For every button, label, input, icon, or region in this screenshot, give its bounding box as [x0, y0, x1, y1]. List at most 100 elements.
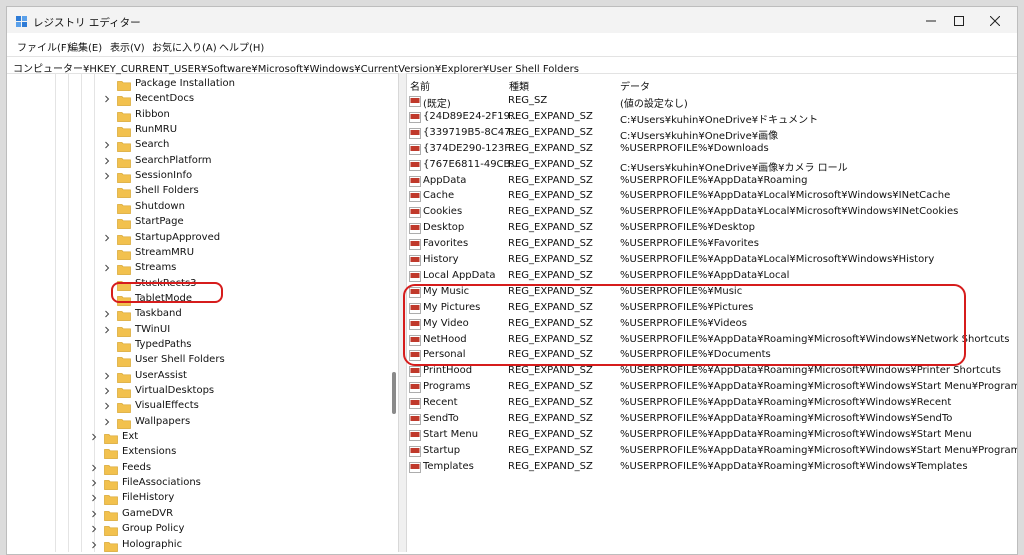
address-bar[interactable]: コンピューター¥HKEY_CURRENT_USER¥Software¥Micro…: [7, 56, 1017, 75]
value-name: {24D89E24-2F19...: [423, 110, 520, 122]
folder-icon: [117, 157, 131, 168]
value-type: REG_EXPAND_SZ: [508, 428, 593, 440]
string-value-icon: [409, 96, 421, 107]
value-type: REG_EXPAND_SZ: [508, 413, 593, 424]
value-name: Startup: [423, 444, 461, 456]
menu-item-3[interactable]: お気に入り(A): [152, 39, 217, 54]
string-value-icon: [409, 111, 421, 123]
chevron-right-icon[interactable]: [90, 479, 98, 487]
value-row[interactable]: {24D89E24-2F19... REG_EXPAND_SZ C:¥Users¥k…: [406, 109, 1017, 126]
value-data: %USERPROFILE%¥AppData¥Roaming¥Microsoft¥…: [620, 460, 968, 472]
column-header-2[interactable]: データ: [620, 78, 650, 93]
folder-icon: [117, 81, 131, 91]
chevron-right-icon[interactable]: [90, 525, 98, 533]
value-row[interactable]: SendTo REG_EXPAND_SZ %USERPROFILE%¥AppData…: [406, 411, 1017, 427]
value-row[interactable]: (既定) REG_SZ (値の設定なし): [406, 93, 1017, 110]
chevron-right-icon[interactable]: [90, 464, 98, 472]
value-row[interactable]: Local AppData REG_EXPAND_SZ %USERPROFILE%¥…: [406, 268, 1017, 284]
chevron-right-icon[interactable]: [103, 157, 111, 165]
chevron-right-icon[interactable]: [103, 264, 111, 272]
value-row[interactable]: Desktop REG_EXPAND_SZ %USERPROFILE%¥Deskto…: [406, 220, 1017, 236]
tree-item-label: Streams: [135, 262, 177, 274]
string-value-icon: [409, 382, 421, 394]
value-data: %USERPROFILE%¥AppData¥Roaming: [620, 174, 808, 186]
chevron-right-icon[interactable]: [90, 494, 98, 502]
string-value-icon: [409, 398, 421, 409]
value-row[interactable]: Programs REG_EXPAND_SZ %USERPROFILE%¥AppDa…: [406, 379, 1017, 395]
chevron-right-icon[interactable]: [103, 402, 111, 410]
value-type: REG_EXPAND_SZ: [508, 269, 593, 281]
string-value-icon: [409, 239, 421, 250]
chevron-right-icon[interactable]: [103, 326, 111, 334]
tree-item-label: VisualEffects: [135, 400, 199, 412]
chevron-right-icon[interactable]: [103, 172, 111, 180]
value-row[interactable]: Cookies REG_EXPAND_SZ %USERPROFILE%¥AppDat…: [406, 204, 1017, 220]
value-name: Templates: [423, 460, 474, 472]
tree-item-label: StartPage: [135, 216, 184, 228]
value-name: Start Menu: [423, 428, 479, 440]
chevron-right-icon[interactable]: [103, 310, 111, 318]
value-name: Recent: [423, 397, 458, 409]
value-row[interactable]: Templates REG_EXPAND_SZ %USERPROFILE%¥AppD…: [406, 459, 1017, 475]
value-type: REG_EXPAND_SZ: [508, 460, 593, 472]
string-value-icon: [409, 255, 421, 266]
chevron-right-icon[interactable]: [103, 372, 111, 380]
menu-item-2[interactable]: 表示(V): [110, 39, 145, 54]
value-row[interactable]: {374DE290-123F... REG_EXPAND_SZ %USERPROFI…: [406, 141, 1017, 157]
chevron-right-icon[interactable]: [90, 541, 98, 549]
value-data: %USERPROFILE%¥AppData¥Local¥Microsoft¥Wi…: [620, 254, 935, 265]
key-tree[interactable]: Package Installation RecentDocs Ribbon RunM…: [13, 73, 393, 552]
string-value-icon: [409, 223, 421, 235]
folder-icon: [117, 188, 131, 199]
menu-item-1[interactable]: 編集(E): [68, 39, 102, 54]
string-value-icon: [409, 191, 421, 203]
value-row[interactable]: AppData REG_EXPAND_SZ %USERPROFILE%¥AppDat…: [406, 173, 1017, 189]
tree-item-label: Shell Folders: [135, 185, 199, 197]
value-data: %USERPROFILE%¥AppData¥Local¥Microsoft¥Wi…: [620, 206, 959, 218]
value-data: %USERPROFILE%¥Favorites: [620, 238, 759, 250]
chevron-right-icon[interactable]: [103, 418, 111, 426]
folder-icon: [117, 173, 131, 183]
tree-item-label: Shutdown: [135, 200, 185, 212]
menu-item-4[interactable]: ヘルプ(H): [219, 39, 264, 54]
tree-item-label: FileAssociations: [122, 477, 201, 489]
chevron-right-icon[interactable]: [90, 433, 98, 441]
title-bar: レジストリ エディター: [7, 7, 1017, 33]
menu-item-0[interactable]: ファイル(F): [17, 39, 71, 54]
chevron-right-icon[interactable]: [103, 95, 111, 103]
registry-editor-icon: [16, 16, 27, 27]
chevron-right-icon[interactable]: [103, 387, 111, 395]
column-header-1[interactable]: 種類: [509, 78, 529, 93]
string-value-icon: [409, 159, 421, 171]
folder-icon: [117, 372, 131, 383]
chevron-right-icon[interactable]: [103, 141, 111, 149]
tree-item-label: Extensions: [122, 446, 177, 458]
value-row[interactable]: History REG_EXPAND_SZ %USERPROFILE%¥AppDat…: [406, 252, 1017, 268]
tree-scrollbar-thumb[interactable]: [392, 372, 396, 414]
folder-icon: [117, 265, 131, 276]
value-row[interactable]: Cache REG_EXPAND_SZ %USERPROFILE%¥AppData¥…: [406, 188, 1017, 204]
folder-icon: [117, 127, 131, 137]
chevron-right-icon[interactable]: [90, 510, 98, 518]
column-header-0[interactable]: 名前: [410, 78, 430, 93]
folder-icon: [117, 249, 131, 260]
value-row[interactable]: Start Menu REG_EXPAND_SZ %USERPROFILE%¥App…: [406, 427, 1017, 443]
close-button[interactable]: [973, 9, 1017, 33]
folder-icon: [117, 142, 131, 153]
folder-icon: [117, 111, 131, 122]
string-value-icon: [409, 270, 421, 282]
folder-icon: [104, 495, 118, 506]
value-name: Programs: [423, 381, 471, 393]
value-row[interactable]: Favorites REG_EXPAND_SZ %USERPROFILE%¥Favo…: [406, 236, 1017, 252]
value-row[interactable]: {339719B5-8C47... REG_EXPAND_SZ C:¥Users¥k…: [406, 125, 1017, 142]
folder-icon: [117, 342, 131, 352]
tree-item-label: SearchPlatform: [135, 154, 212, 166]
value-data: C:¥Users¥kuhin¥OneDrive¥ドキュメント: [620, 114, 819, 126]
value-row[interactable]: Recent REG_EXPAND_SZ %USERPROFILE%¥AppData…: [406, 395, 1017, 411]
value-row[interactable]: {767E6811-49CB... REG_EXPAND_SZ C:¥Users¥k…: [406, 157, 1017, 174]
value-name: {374DE290-123F...: [423, 142, 518, 154]
chevron-right-icon[interactable]: [103, 234, 111, 242]
value-row[interactable]: Startup REG_EXPAND_SZ %USERPROFILE%¥AppDat…: [406, 443, 1017, 459]
value-type: REG_EXPAND_SZ: [508, 142, 593, 154]
value-data: %USERPROFILE%¥AppData¥Local¥Microsoft¥Wi…: [620, 190, 951, 202]
